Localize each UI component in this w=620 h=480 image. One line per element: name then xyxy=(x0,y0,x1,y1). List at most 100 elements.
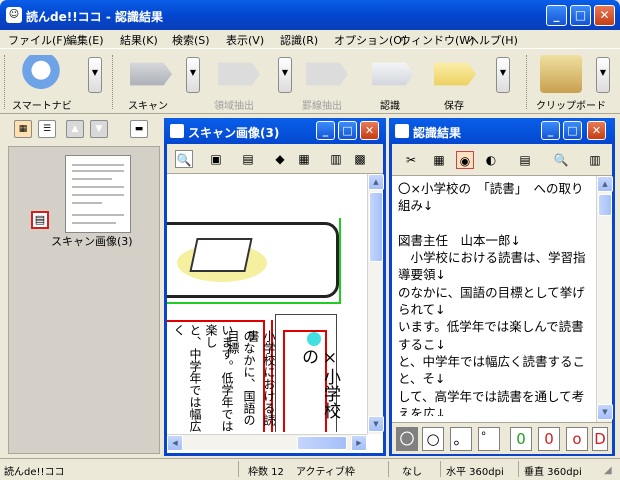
scan-window-titlebar[interactable]: スキャン画像(3) _ □ ✕ xyxy=(164,118,386,144)
menu-result[interactable]: 結果(K) xyxy=(120,32,158,48)
green-frame-line xyxy=(167,302,341,304)
scanner-icon xyxy=(130,62,172,86)
menu-recognize[interactable]: 認識(R) xyxy=(280,32,318,48)
candidate-char[interactable]: 〇 xyxy=(396,427,418,451)
candidate-char[interactable]: 0 xyxy=(510,427,532,451)
scroll-right-button[interactable]: ▶ xyxy=(351,435,367,451)
scroll-thumb[interactable] xyxy=(598,194,612,216)
zoom-icon[interactable]: 🔍 xyxy=(175,150,193,168)
ruler-extract-button[interactable] xyxy=(298,53,356,97)
scroll-thumb[interactable] xyxy=(369,192,383,262)
cursor-marker-icon xyxy=(307,332,321,346)
document-icon[interactable]: ▤ xyxy=(31,211,49,229)
menu-edit[interactable]: 編集(E) xyxy=(66,32,104,48)
recognize-button[interactable] xyxy=(364,53,422,97)
scroll-up-button[interactable]: ▲ xyxy=(597,176,613,192)
smart-navi-label: スマートナビ xyxy=(12,101,72,112)
thumbnail-label: スキャン画像(3) xyxy=(51,235,133,248)
resize-grip-icon[interactable]: ◢ xyxy=(604,465,612,476)
result-minimize-button[interactable]: _ xyxy=(541,121,560,140)
menu-file[interactable]: ファイル(F) xyxy=(8,32,67,48)
result-window-titlebar[interactable]: 認識結果 _ □ ✕ xyxy=(389,118,615,144)
scroll-thumb[interactable] xyxy=(297,436,347,450)
settings-icon[interactable]: ▦ xyxy=(295,150,313,168)
result-maximize-button[interactable]: □ xyxy=(563,121,582,140)
color-icon[interactable]: ◆ xyxy=(271,150,289,168)
clipboard-dropdown[interactable]: ▼ xyxy=(596,57,610,93)
list-view-icon[interactable]: ☰ xyxy=(38,120,56,138)
result-window-title: 認識結果 xyxy=(413,126,462,140)
status-active-value: なし xyxy=(402,467,422,478)
candidate-char[interactable]: ○ xyxy=(422,427,444,451)
menu-help[interactable]: ヘルプ(H) xyxy=(468,32,518,48)
candidate-characters-bar: 〇 ○ 。 ゜ 0 0 o D xyxy=(392,422,612,454)
menu-view[interactable]: 表示(V) xyxy=(226,32,264,48)
minimize-button[interactable]: _ xyxy=(546,5,567,26)
save-button[interactable] xyxy=(426,53,484,97)
scan-vertical-scrollbar[interactable]: ▲ ▼ xyxy=(367,174,384,434)
clipboard-button[interactable] xyxy=(532,53,590,97)
layout-icon[interactable]: ▥ xyxy=(327,150,345,168)
menu-window[interactable]: ウィンドウ(W) xyxy=(400,32,474,48)
thumbnail-panel: ▦ ☰ ▲ ▼ ▬ ▤ スキャン画像(3) xyxy=(2,116,160,456)
save-dropdown[interactable]: ▼ xyxy=(496,57,510,93)
grid-icon[interactable]: ▩ xyxy=(351,150,369,168)
scan-close-button[interactable]: ✕ xyxy=(360,121,379,140)
candidate-char[interactable]: 。 xyxy=(450,427,472,451)
result-vertical-scrollbar[interactable]: ▲ ▼ xyxy=(596,176,613,422)
close-button[interactable]: ✕ xyxy=(594,5,615,26)
candidate-char[interactable]: o xyxy=(566,427,588,451)
scan-thumbnail[interactable] xyxy=(65,155,131,233)
toolbar-grip[interactable] xyxy=(112,55,116,109)
frame-icon[interactable]: ▤ xyxy=(239,150,257,168)
scan-toolbar: 🔍 ▣ ▤ ◆ ▦ ▥ ▩ xyxy=(167,144,383,174)
move-up-icon[interactable]: ▲ xyxy=(66,120,84,138)
scroll-up-button[interactable]: ▲ xyxy=(368,174,384,190)
title-bar[interactable]: ☺ 読んde!!ココ - 認識結果 _ □ ✕ xyxy=(0,0,620,30)
ruler-extract-icon xyxy=(306,62,348,86)
cut-icon[interactable]: ✂ xyxy=(402,151,420,169)
recognized-text[interactable]: 〇×小学校の 「読書」 への取り組み↓ 図書主任 山本一郎↓ 小学校における読書… xyxy=(398,180,594,416)
thumbnail-list[interactable]: ▤ スキャン画像(3) xyxy=(8,146,160,454)
scan-minimize-button[interactable]: _ xyxy=(316,121,335,140)
move-down-icon[interactable]: ▼ xyxy=(90,120,108,138)
thumbnail-view-icon[interactable]: ▦ xyxy=(14,120,32,138)
candidate-char[interactable]: 0 xyxy=(538,427,560,451)
scroll-left-button[interactable]: ◀ xyxy=(167,435,183,451)
save-label: 保存 xyxy=(444,101,464,112)
maximize-button[interactable]: □ xyxy=(570,5,591,26)
panel-minimize-icon[interactable]: ▬ xyxy=(130,120,148,138)
toolbar-grip[interactable] xyxy=(526,55,530,109)
scan-image-window: スキャン画像(3) _ □ ✕ 🔍 ▣ ▤ ◆ ▦ ▥ ▩ と、中学年では幅広く… xyxy=(164,118,386,456)
menu-bar: ファイル(F) 編集(E) 結果(K) 検索(S) 表示(V) 認識(R) オプ… xyxy=(0,30,620,48)
smart-navi-dropdown[interactable]: ▼ xyxy=(88,57,102,93)
scroll-down-button[interactable]: ▼ xyxy=(597,404,613,420)
calendar-icon[interactable]: ▤ xyxy=(516,151,534,169)
scan-dropdown[interactable]: ▼ xyxy=(186,57,200,93)
candidate-char[interactable]: D xyxy=(592,427,608,451)
menu-options[interactable]: オプション(O) xyxy=(334,32,406,48)
scan-horizontal-scrollbar[interactable]: ◀ ▶ xyxy=(167,434,367,451)
status-app-name: 読んde!!ココ xyxy=(4,467,65,478)
table-icon[interactable]: ▦ xyxy=(430,151,448,169)
area-extract-dropdown[interactable]: ▼ xyxy=(278,57,292,93)
recognition-result-window: 認識結果 _ □ ✕ ✂ ▦ ◉ ◐ ▤ 🔍 ▥ 〇×小学校の 「読書」 への取… xyxy=(389,118,615,456)
app-icon[interactable]: ☺ xyxy=(6,7,22,23)
smart-navi-button[interactable] xyxy=(12,53,70,97)
toolbar-grip[interactable] xyxy=(4,55,8,109)
dictionary-icon[interactable]: ▥ xyxy=(586,151,604,169)
scan-image-canvas[interactable]: と、中学年では幅広く います。低学年では楽し のなかに、国語の目標 小学校におけ… xyxy=(167,174,367,432)
speak-icon[interactable]: ◉ xyxy=(456,151,474,169)
scan-button[interactable] xyxy=(122,53,180,97)
scroll-down-button[interactable]: ▼ xyxy=(368,416,384,432)
candidate-char[interactable]: ゜ xyxy=(478,427,500,451)
search-icon[interactable]: 🔍 xyxy=(552,151,570,169)
rotate-icon[interactable]: ▣ xyxy=(207,150,225,168)
scan-window-title: スキャン画像(3) xyxy=(188,126,280,140)
scan-maximize-button[interactable]: □ xyxy=(338,121,357,140)
result-toolbar: ✂ ▦ ◉ ◐ ▤ 🔍 ▥ xyxy=(392,144,612,176)
result-close-button[interactable]: ✕ xyxy=(587,121,606,140)
menu-search[interactable]: 検索(S) xyxy=(172,32,210,48)
view-icon[interactable]: ◐ xyxy=(482,151,500,169)
area-extract-button[interactable] xyxy=(210,53,268,97)
